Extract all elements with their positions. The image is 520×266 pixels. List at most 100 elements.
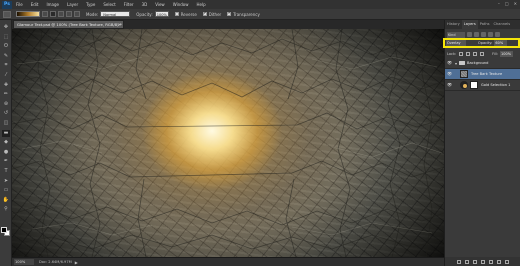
layer-opacity-field[interactable]: 60% <box>494 40 508 46</box>
foreground-color-swatch[interactable] <box>1 227 7 233</box>
delete-layer-icon[interactable] <box>505 259 509 264</box>
status-menu-arrow-icon[interactable]: ▶ <box>75 260 78 265</box>
menu-view[interactable]: View <box>155 2 165 7</box>
dither-checkbox[interactable] <box>202 11 207 16</box>
layer-row-tree-bark-texture[interactable]: 👁 Tree Bark Texture <box>445 69 520 80</box>
diamond-gradient-icon[interactable] <box>74 11 80 17</box>
healing-tool-icon[interactable]: ✚ <box>2 82 10 89</box>
blend-opacity-row: Overlay Opacity: 60% <box>443 38 520 48</box>
tab-channels[interactable]: Channels <box>491 20 512 29</box>
link-layers-icon[interactable] <box>457 259 461 264</box>
pen-tool-icon[interactable]: ✒ <box>2 158 10 165</box>
smart-object-filter-icon[interactable] <box>495 32 500 37</box>
opacity-label: Opacity: <box>136 11 153 17</box>
dodge-tool-icon[interactable]: ● <box>2 149 10 156</box>
tab-layers[interactable]: Layers <box>461 20 478 29</box>
opacity-field[interactable]: 100% <box>154 11 169 17</box>
panel-tabs: History Layers Paths Channels <box>445 20 520 29</box>
layers-panel: History Layers Paths Channels Kind Lock:… <box>444 20 520 266</box>
tab-paths[interactable]: Paths <box>478 20 492 29</box>
visibility-eye-icon[interactable]: 👁 <box>447 83 452 87</box>
lasso-tool-icon[interactable]: ʘ <box>2 43 10 50</box>
radial-gradient-icon[interactable] <box>50 11 56 17</box>
eraser-tool-icon[interactable]: ◫ <box>2 120 10 127</box>
reverse-checkbox[interactable] <box>174 12 179 16</box>
close-window-icon[interactable]: ✕ <box>514 1 517 6</box>
shape-filter-icon[interactable] <box>488 32 493 37</box>
menu-file[interactable]: File <box>16 2 23 7</box>
menu-type[interactable]: Type <box>86 2 95 7</box>
menu-3d[interactable]: 3D <box>142 2 148 7</box>
move-tool-icon[interactable]: ✥ <box>2 24 10 31</box>
eyedropper-tool-icon[interactable]: ⁄ <box>2 72 10 79</box>
lock-all-icon[interactable] <box>480 52 485 56</box>
visibility-eye-icon[interactable]: 👁 <box>447 72 452 76</box>
kind-filter-select[interactable]: Kind <box>447 31 465 38</box>
gradient-picker[interactable] <box>16 11 40 17</box>
group-expand-arrow-icon[interactable]: ▾ <box>455 61 457 66</box>
layer-style-icon[interactable] <box>465 259 469 264</box>
menu-select[interactable]: Select <box>103 2 115 7</box>
type-filter-icon[interactable] <box>481 32 486 37</box>
new-layer-icon[interactable] <box>497 259 501 264</box>
tool-preset-icon[interactable] <box>3 10 11 18</box>
lock-row: Lock: Fill: 100% <box>447 50 519 58</box>
visibility-eye-icon[interactable]: 👁 <box>447 61 452 65</box>
reflected-gradient-icon[interactable] <box>66 11 72 17</box>
layer-row-gold-selection[interactable]: 👁 Gold Selection 1 <box>445 80 520 91</box>
lock-position-icon[interactable] <box>473 52 478 56</box>
mode-select[interactable]: Normal <box>100 11 131 17</box>
blur-tool-icon[interactable]: ◆ <box>2 139 10 146</box>
canvas-area[interactable] <box>12 29 444 257</box>
menu-filter[interactable]: Filter <box>124 2 134 7</box>
maximize-icon[interactable]: □ <box>505 1 509 6</box>
adjustment-layer-icon[interactable] <box>481 259 485 264</box>
menu-layer[interactable]: Layer <box>67 2 78 7</box>
tab-history[interactable]: History <box>445 20 462 29</box>
gradient-tool-icon[interactable]: ▬ <box>2 129 10 137</box>
lock-transparency-icon[interactable] <box>459 52 464 56</box>
zoom-field[interactable]: 100% <box>14 259 34 265</box>
window-controls: – □ ✕ <box>498 1 517 6</box>
adjustment-thumbnail <box>460 81 468 89</box>
pixel-filter-icon[interactable] <box>467 32 472 37</box>
clone-stamp-tool-icon[interactable]: ⊛ <box>2 101 10 108</box>
add-mask-icon[interactable] <box>473 259 477 264</box>
blend-mode-select[interactable]: Overlay <box>446 40 466 46</box>
type-tool-icon[interactable]: T <box>2 168 10 175</box>
new-group-icon[interactable] <box>489 259 493 264</box>
close-tab-icon[interactable]: × <box>118 22 121 27</box>
adjustment-filter-icon[interactable] <box>474 32 479 37</box>
layer-row-background[interactable]: 👁 ▾ Background <box>445 58 520 69</box>
brush-tool-icon[interactable]: ✏ <box>2 91 10 98</box>
transparency-checkbox[interactable] <box>227 11 231 16</box>
layer-name: Gold Selection 1 <box>481 83 511 87</box>
marquee-tool-icon[interactable]: ⬚ <box>2 34 10 41</box>
menu-edit[interactable]: Edit <box>31 2 39 7</box>
shape-tool-icon[interactable]: ▭ <box>2 187 10 194</box>
layer-mask-thumbnail <box>470 81 478 89</box>
lock-label: Lock: <box>447 52 457 56</box>
path-select-tool-icon[interactable]: ➤ <box>2 178 10 185</box>
document-tab[interactable]: Glamour Text.psd @ 100% (Tree Bark Textu… <box>13 20 124 29</box>
fill-field[interactable]: 100% <box>500 51 514 57</box>
menu-help[interactable]: Help <box>196 2 205 7</box>
options-bar: Mode: Normal Opacity: 100% Reverse Dithe… <box>0 9 520 20</box>
minimize-icon[interactable]: – <box>498 1 500 6</box>
crop-tool-icon[interactable]: ⌗ <box>2 62 10 69</box>
angle-gradient-icon[interactable] <box>58 11 64 17</box>
photoshop-logo: Ps <box>2 0 12 9</box>
lock-pixels-icon[interactable] <box>466 52 471 56</box>
hand-tool-icon[interactable]: ✋ <box>2 197 10 204</box>
menu-image[interactable]: Image <box>46 2 59 7</box>
linear-gradient-icon[interactable] <box>42 11 48 17</box>
layer-thumbnail <box>460 70 468 78</box>
document-canvas[interactable] <box>12 29 444 257</box>
zoom-tool-icon[interactable]: ⚲ <box>2 206 10 213</box>
layers-panel-footer <box>445 257 520 266</box>
history-brush-tool-icon[interactable]: ↺ <box>2 110 10 117</box>
quick-select-tool-icon[interactable]: ✎ <box>2 53 10 60</box>
dither-label: Dither <box>208 11 222 17</box>
layer-name: Background <box>467 61 489 65</box>
menu-window[interactable]: Window <box>173 2 189 7</box>
